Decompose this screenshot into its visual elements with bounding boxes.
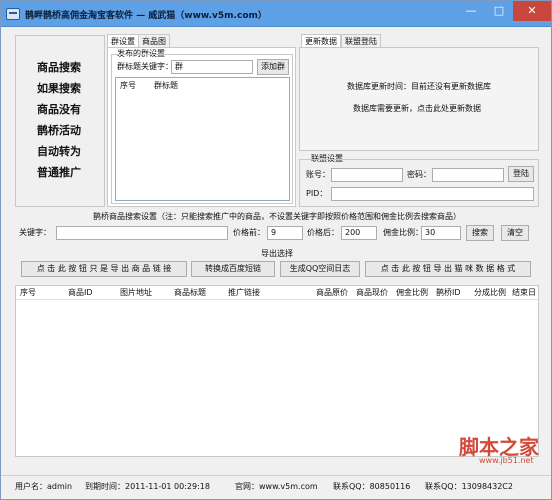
status-bar: 用户名：admin 到期时间：2011-11-01 00:29:18 官网：ww…	[1, 475, 551, 499]
title-bar[interactable]: 鹊畔鹊桥高佣金淘宝客软件 — 威武猫（www.v5m.com） — □ ✕	[1, 1, 551, 27]
tab-update-data[interactable]: 更新数据	[301, 34, 341, 48]
col-product-title[interactable]: 商品标题	[174, 287, 206, 298]
export-links-button[interactable]: 点 击 此 按 钮 只 是 导 出 商 品 链 接	[21, 261, 187, 277]
pid-input[interactable]	[331, 187, 534, 201]
col-share-rate[interactable]: 分成比例	[474, 287, 506, 298]
pid-label: PID：	[306, 189, 328, 198]
add-group-button[interactable]: 添加群	[257, 59, 289, 75]
col-product-id[interactable]: 商品ID	[68, 287, 93, 298]
commission-label: 佣金比例：	[383, 228, 423, 237]
menu-item-auto-convert[interactable]: 自动转为	[37, 145, 81, 159]
menu-item-if-search[interactable]: 如果搜索	[37, 82, 81, 96]
watermark-url: www.jb51.net	[479, 456, 534, 465]
db-update-panel[interactable]	[299, 47, 539, 151]
account-label: 账号：	[306, 170, 330, 179]
search-keyword-input[interactable]	[56, 226, 228, 240]
price-max-label: 价格后：	[307, 228, 339, 237]
group-list-col-title: 群标题	[154, 81, 178, 90]
baidu-shortlink-button[interactable]: 转换成百度短链	[191, 261, 275, 277]
menu-item-queqiao-activity[interactable]: 鹊桥活动	[37, 124, 81, 138]
col-index[interactable]: 序号	[20, 287, 36, 298]
search-button[interactable]: 搜索	[466, 225, 494, 241]
col-queqiao-id[interactable]: 鹊桥ID	[436, 287, 461, 298]
price-max-input[interactable]: 200	[341, 226, 377, 240]
tab-product-image[interactable]: 商品图	[138, 34, 170, 48]
tab-group-settings[interactable]: 群设置	[107, 34, 139, 48]
maximize-button[interactable]: □	[485, 1, 513, 21]
menu-item-normal-promo[interactable]: 普通推广	[37, 166, 81, 180]
group-keyword-label: 群标题关键字：	[117, 62, 173, 71]
col-image-url[interactable]: 图片地址	[120, 287, 152, 298]
status-site: 官网：www.v5m.com	[235, 482, 318, 491]
qzone-log-button[interactable]: 生成QQ空间日志	[280, 261, 360, 277]
status-qq-2: 联系QQ：13098432C2	[425, 482, 513, 491]
search-keyword-label: 关键字：	[19, 228, 51, 237]
col-current-price[interactable]: 商品现价	[356, 287, 388, 298]
menu-item-no-product[interactable]: 商品没有	[37, 103, 81, 117]
password-label: 密码：	[407, 170, 431, 179]
group-list[interactable]	[115, 77, 290, 201]
col-promo-link[interactable]: 推广链接	[228, 287, 260, 298]
status-expire: 到期时间：2011-11-01 00:29:18	[85, 482, 210, 491]
login-button[interactable]: 登陆	[508, 166, 534, 182]
db-update-time-text: 数据库更新时间：目前还没有更新数据库	[347, 82, 491, 91]
export-cat-format-button[interactable]: 点 击 此 按 钮 导 出 猫 咪 数 据 格 式	[365, 261, 531, 277]
group-list-col-index: 序号	[120, 81, 136, 90]
menu-item-product-search[interactable]: 商品搜索	[37, 61, 81, 75]
tab-alliance-login[interactable]: 联盟登陆	[341, 34, 381, 48]
col-commission-rate[interactable]: 佣金比例	[396, 287, 428, 298]
results-table-header: 序号 商品ID 图片地址 商品标题 推广链接 商品原价 商品现价 佣金比例 鹊桥…	[16, 286, 538, 300]
status-qq-1: 联系QQ：80850116	[333, 482, 411, 491]
price-min-label: 价格前：	[233, 228, 265, 237]
col-end-date[interactable]: 结束日	[512, 287, 536, 298]
clear-button[interactable]: 清空	[501, 225, 529, 241]
close-button[interactable]: ✕	[513, 1, 551, 21]
app-icon	[6, 8, 20, 20]
group-keyword-input[interactable]: 群	[171, 60, 253, 74]
col-original-price[interactable]: 商品原价	[316, 287, 348, 298]
password-input[interactable]	[432, 168, 504, 182]
commission-input[interactable]: 30	[421, 226, 461, 240]
search-settings-title: 鹊桥商品搜索设置（注：只能搜索推广中的商品，不设置关键字即按照价格范围和佣金比例…	[93, 212, 461, 221]
price-min-input[interactable]: 9	[267, 226, 303, 240]
export-title: 导出选择	[261, 249, 293, 258]
window-title: 鹊畔鹊桥高佣金淘宝客软件 — 威武猫（www.v5m.com）	[25, 11, 267, 21]
db-update-hint-link[interactable]: 数据库需要更新，点击此处更新数据	[353, 103, 481, 115]
minimize-button[interactable]: —	[457, 1, 485, 21]
status-user: 用户名：admin	[15, 482, 73, 491]
main-window: 鹊畔鹊桥高佣金淘宝客软件 — 威武猫（www.v5m.com） — □ ✕ 商品…	[0, 0, 552, 500]
account-input[interactable]	[331, 168, 403, 182]
